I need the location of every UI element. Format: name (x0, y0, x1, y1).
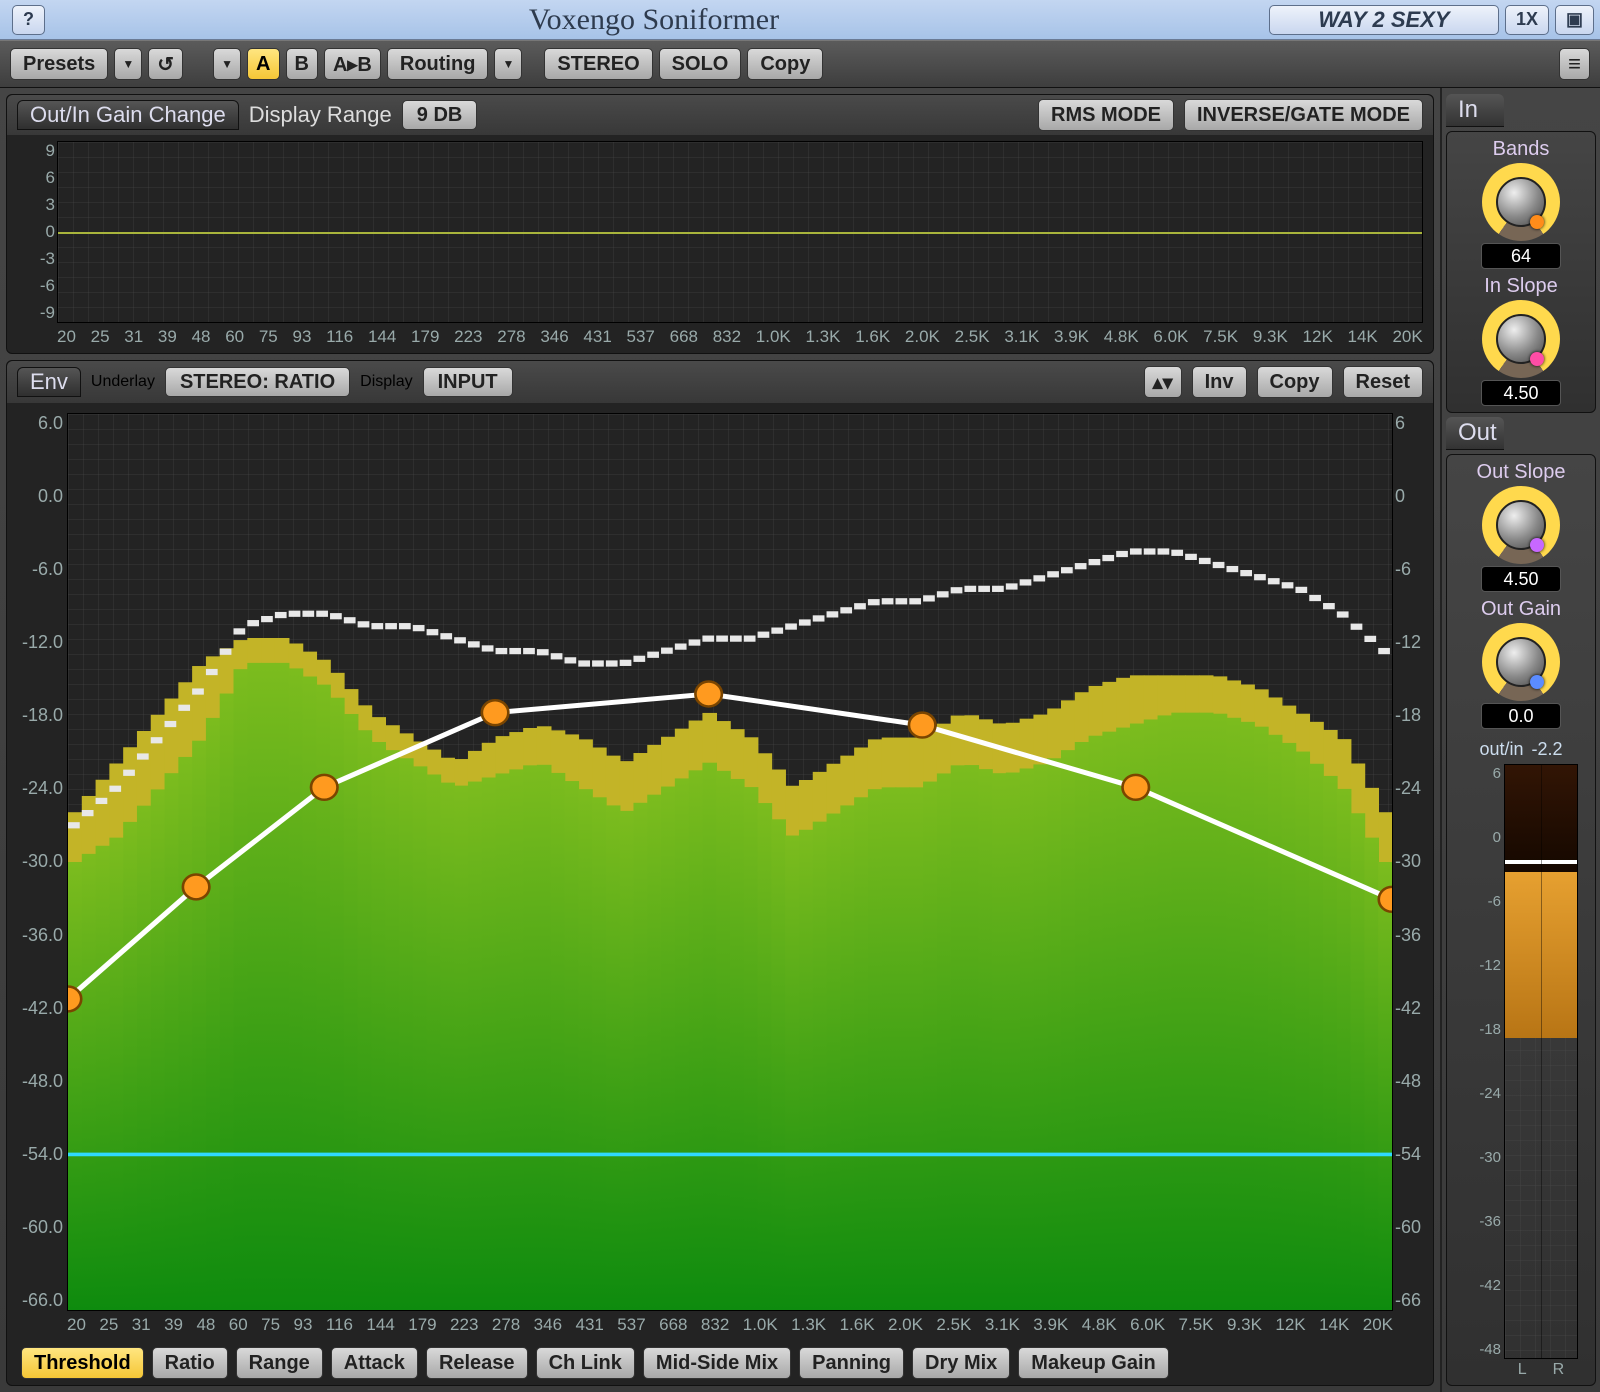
param-release[interactable]: Release (426, 1347, 528, 1379)
bands-knob-box: Bands 64 (1481, 138, 1561, 269)
gain-y-axis: 9630-3-6-9 (15, 141, 55, 323)
output-meter-box: out/in -2.2 60-6-12-18-24-30-36-42-48 L R (1464, 739, 1578, 1379)
env-display-label: Display (360, 373, 412, 391)
solo-button[interactable]: SOLO (659, 48, 742, 80)
underlay-label: Underlay (91, 373, 155, 391)
out-slope-value[interactable]: 4.50 (1481, 566, 1561, 592)
outin-label: out/in (1479, 739, 1523, 760)
outin-value: -2.2 (1532, 739, 1563, 760)
display-range-select[interactable]: 9 DB (402, 100, 478, 130)
param-panning[interactable]: Panning (799, 1347, 904, 1379)
out-gain-knob-box: Out Gain 0.0 (1481, 598, 1561, 729)
bands-label: Bands (1493, 138, 1550, 161)
in-slope-value[interactable]: 4.50 (1481, 380, 1561, 406)
gain-change-panel: Out/In Gain Change Display Range 9 DB RM… (6, 94, 1434, 354)
env-display-select[interactable]: INPUT (423, 367, 513, 397)
menu-button[interactable]: ≡ (1559, 48, 1590, 80)
in-slope-knob-box: In Slope 4.50 (1481, 275, 1561, 406)
presets-button[interactable]: Presets (10, 48, 108, 80)
param-makeup-gain[interactable]: Makeup Gain (1018, 1347, 1168, 1379)
env-panel: Env Underlay STEREO: RATIO Display INPUT… (6, 360, 1434, 1386)
rms-mode-button[interactable]: RMS MODE (1038, 99, 1174, 131)
underlay-select[interactable]: STEREO: RATIO (165, 367, 350, 397)
param-ch-link[interactable]: Ch Link (536, 1347, 635, 1379)
plugin-title: Voxengo Soniformer (45, 3, 1263, 37)
presets-dropdown[interactable] (114, 48, 142, 80)
in-tab[interactable]: In (1446, 94, 1504, 127)
out-tab[interactable]: Out (1446, 417, 1504, 450)
stereo-button[interactable]: STEREO (544, 48, 652, 80)
slot-a-button[interactable]: A (247, 48, 279, 80)
help-button[interactable]: ? (12, 5, 45, 35)
env-x-axis: 2025313948607593116144179223278346431537… (67, 1315, 1393, 1339)
env-graph[interactable] (67, 413, 1393, 1311)
routing-button[interactable]: Routing (387, 48, 489, 80)
param-dry-mix[interactable]: Dry Mix (912, 1347, 1010, 1379)
out-gain-knob[interactable] (1482, 623, 1560, 701)
in-section: Bands 64 In Slope 4.50 (1446, 131, 1596, 413)
out-gain-label: Out Gain (1481, 598, 1561, 621)
in-slope-label: In Slope (1484, 275, 1557, 298)
display-range-label: Display Range (249, 102, 392, 128)
out-slope-label: Out Slope (1477, 461, 1566, 484)
history-dropdown[interactable] (213, 48, 241, 80)
gain-graph[interactable] (57, 141, 1423, 323)
param-threshold[interactable]: Threshold (21, 1347, 144, 1379)
inv-button[interactable]: Inv (1192, 366, 1247, 398)
meter-r-label: R (1553, 1361, 1565, 1379)
gain-x-axis: 2025313948607593116144179223278346431537… (57, 327, 1423, 349)
slot-b-button[interactable]: B (286, 48, 318, 80)
param-attack[interactable]: Attack (331, 1347, 418, 1379)
in-slope-knob[interactable] (1482, 300, 1560, 378)
out-section: Out Slope 4.50 Out Gain 0.0 out/in -2.2 6… (1446, 454, 1596, 1386)
bands-knob[interactable] (1482, 163, 1560, 241)
undo-button[interactable]: ↺ (148, 48, 183, 80)
env-y-axis-left: 6.00.0-6.0-12.0-18.0-24.0-30.0-36.0-42.0… (13, 413, 63, 1311)
copy-a-to-b-button[interactable]: A▸B (324, 48, 381, 80)
env-title: Env (17, 367, 81, 397)
output-meter[interactable]: 60-6-12-18-24-30-36-42-48 (1504, 764, 1578, 1359)
bands-value[interactable]: 64 (1481, 243, 1561, 269)
out-gain-value[interactable]: 0.0 (1481, 703, 1561, 729)
param-mid-side-mix[interactable]: Mid-Side Mix (643, 1347, 791, 1379)
inverse-gate-button[interactable]: INVERSE/GATE MODE (1184, 99, 1423, 131)
window-mode-button[interactable]: ▣ (1555, 5, 1594, 35)
preset-name-display[interactable]: WAY 2 SEXY (1269, 5, 1499, 35)
env-y-axis-right: 60-6-12-18-24-30-36-42-48-54-60-66 (1395, 413, 1431, 1311)
reset-button[interactable]: Reset (1343, 366, 1423, 398)
out-slope-knob[interactable] (1482, 486, 1560, 564)
copy-button[interactable]: Copy (747, 48, 823, 80)
out-slope-knob-box: Out Slope 4.50 (1477, 461, 1566, 592)
param-ratio[interactable]: Ratio (152, 1347, 228, 1379)
routing-dropdown[interactable] (494, 48, 522, 80)
env-copy-button[interactable]: Copy (1257, 366, 1333, 398)
stepper-button[interactable]: ▴▾ (1144, 366, 1182, 398)
oversampling-button[interactable]: 1X (1505, 5, 1549, 35)
gain-change-title: Out/In Gain Change (17, 100, 239, 130)
param-bar: ThresholdRatioRangeAttackReleaseCh LinkM… (7, 1341, 1433, 1385)
param-range[interactable]: Range (236, 1347, 323, 1379)
meter-l-label: L (1518, 1361, 1527, 1379)
